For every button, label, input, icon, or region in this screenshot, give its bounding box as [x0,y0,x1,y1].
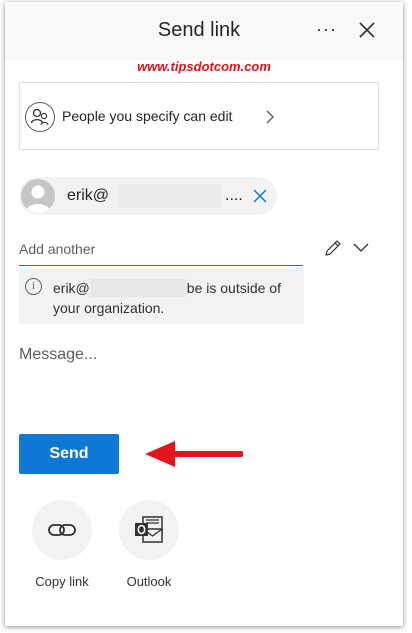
outlook-icon [135,516,163,543]
people-settings-icon [25,102,55,132]
recipient-email: erik@ [67,187,110,204]
avatar [21,179,55,213]
link-icon [48,524,76,536]
redacted-block [119,184,221,208]
message-field[interactable] [19,346,377,406]
send-button[interactable]: Send [19,434,119,474]
redacted-block [89,279,187,297]
warning-line-1: erik@ be is outside of [53,279,281,297]
outlook-button[interactable]: Outlook [109,500,189,600]
permission-settings-button[interactable]: People you specify can edit [19,82,379,150]
pencil-icon[interactable] [323,238,343,258]
close-icon[interactable] [357,20,377,40]
chevron-right-icon [266,110,274,124]
permission-label: People you specify can edit [62,108,233,124]
add-another-input[interactable] [19,233,303,266]
copy-link-circle [32,500,92,560]
red-arrow-annotation [145,441,243,467]
more-options-icon[interactable]: ··· [316,19,342,39]
copy-link-button[interactable]: Copy link [22,500,102,600]
outlook-circle [119,500,179,560]
copy-link-label: Copy link [35,574,89,589]
outlook-label: Outlook [126,574,172,589]
dialog-header: Send link ··· [5,2,403,60]
watermark-text: www.tipsdotcom.com [137,59,271,74]
remove-recipient-icon[interactable] [253,189,267,203]
send-link-dialog: Send link ··· www.tipsdotcom.com People … [5,2,403,626]
external-recipient-warning: i erik@ be is outside of your organizatio… [19,268,304,324]
recipient-ellipsis: .... [225,187,243,204]
info-icon: i [25,278,42,295]
recipient-chip[interactable]: erik@ .... [19,177,277,215]
chevron-down-icon[interactable] [353,242,369,254]
warning-line-2: your organization. [53,300,165,316]
